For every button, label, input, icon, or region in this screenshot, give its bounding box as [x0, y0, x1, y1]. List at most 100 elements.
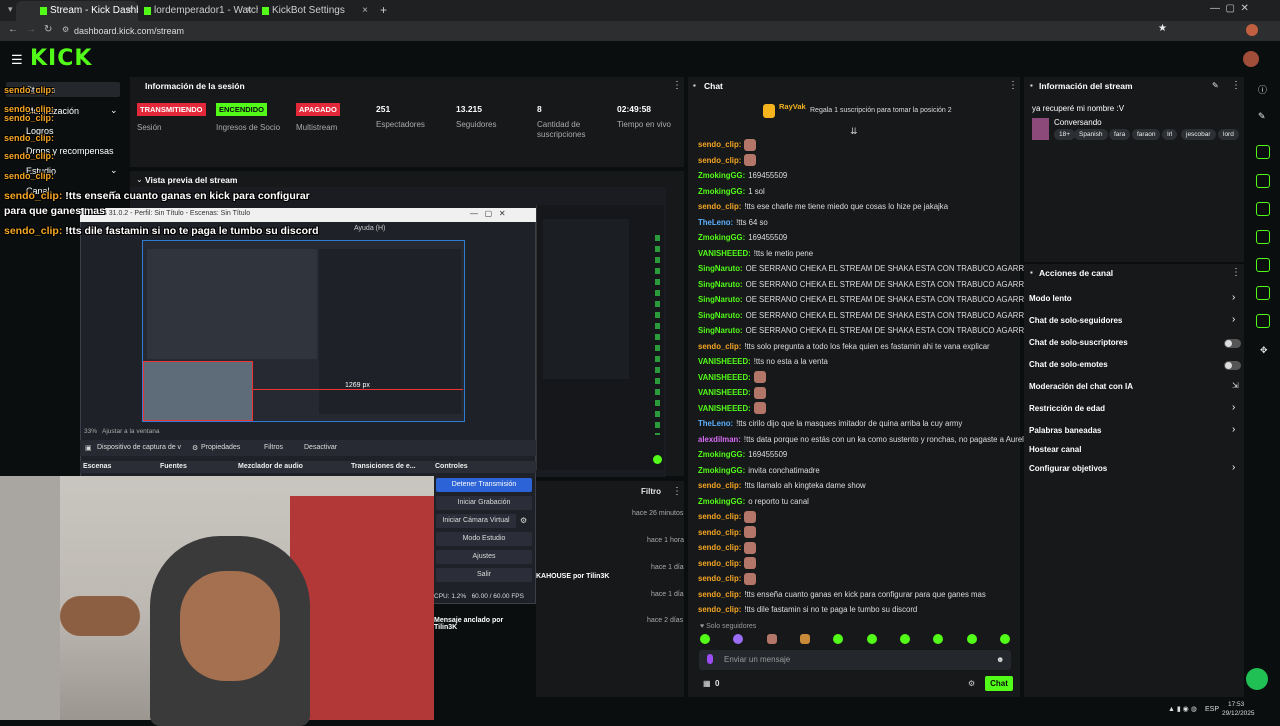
- more-options-icon[interactable]: ⋮: [1231, 80, 1241, 91]
- taskbar-language[interactable]: ESP: [1205, 706, 1219, 713]
- emote-icon[interactable]: [833, 634, 844, 644]
- scroll-down-icon[interactable]: ⇊: [850, 126, 858, 137]
- chat-username[interactable]: sendo_clip:: [698, 156, 741, 165]
- obs-disable-button[interactable]: Desactivar: [304, 444, 337, 451]
- puzzle-icon[interactable]: ✥: [1260, 345, 1268, 356]
- action-configure-goals[interactable]: Configurar objetivos: [1029, 464, 1107, 473]
- window-controls-icon[interactable]: — ▢ ✕: [1210, 3, 1249, 14]
- chat-identity-icon[interactable]: [707, 654, 713, 664]
- taskbar-date[interactable]: 29/12/2025: [1222, 710, 1255, 717]
- external-link-icon[interactable]: ⇲: [1232, 381, 1239, 390]
- emote-icon[interactable]: [933, 634, 944, 644]
- more-options-icon[interactable]: ⋮: [672, 80, 682, 91]
- bookmark-star-icon[interactable]: ★: [1158, 23, 1167, 34]
- stop-streaming-button[interactable]: Detener Transmisión: [436, 478, 532, 492]
- tag-chip[interactable]: lord: [1218, 129, 1239, 140]
- chat-username[interactable]: sendo_clip:: [698, 559, 741, 568]
- exit-button[interactable]: Salir: [436, 568, 532, 582]
- rail-icon-2[interactable]: [1256, 174, 1270, 188]
- action-age-restriction[interactable]: Restricción de edad: [1029, 404, 1105, 413]
- chat-username[interactable]: ZmokingGG:: [698, 466, 745, 475]
- tag-chip[interactable]: 18+: [1054, 129, 1076, 140]
- chat-username[interactable]: sendo_clip:: [698, 590, 741, 599]
- emote-icon[interactable]: [733, 634, 744, 644]
- tag-chip[interactable]: Irl: [1162, 129, 1178, 140]
- gear-icon[interactable]: ⚙: [192, 444, 198, 452]
- chat-username[interactable]: SingNaruto:: [698, 264, 743, 273]
- chat-username[interactable]: sendo_clip:: [698, 140, 741, 149]
- send-chat-button[interactable]: Chat: [985, 676, 1013, 691]
- edit-pencil-icon[interactable]: ✎: [1258, 111, 1266, 122]
- chat-username[interactable]: sendo_clip:: [698, 605, 741, 614]
- tag-chip[interactable]: Spanish: [1074, 129, 1108, 140]
- emotes-only-toggle[interactable]: [1224, 361, 1241, 370]
- subs-only-toggle[interactable]: [1224, 339, 1241, 348]
- chevron-down-icon[interactable]: ⌄: [110, 105, 118, 116]
- stream-category[interactable]: Conversando: [1054, 118, 1102, 127]
- chat-username[interactable]: ZmokingGG:: [698, 450, 745, 459]
- activity-filter-button[interactable]: Filtro: [641, 487, 661, 496]
- taskbar-time[interactable]: 17:53: [1228, 701, 1244, 708]
- edit-pencil-icon[interactable]: ✎: [1212, 81, 1219, 90]
- chat-username[interactable]: sendo_clip:: [698, 512, 741, 521]
- chat-username[interactable]: TheLeno:: [698, 419, 733, 428]
- close-icon[interactable]: ×: [362, 1, 368, 21]
- reload-icon[interactable]: ↻: [44, 24, 52, 35]
- chevron-right-icon[interactable]: ›: [1232, 292, 1235, 303]
- tray-icons[interactable]: ▲ ▮ ◉ ◍: [1168, 705, 1197, 713]
- emote-icon[interactable]: [899, 634, 910, 644]
- emote-icon[interactable]: [966, 634, 977, 644]
- chat-username[interactable]: SingNaruto:: [698, 295, 743, 304]
- new-tab-icon[interactable]: +: [380, 3, 387, 17]
- chat-username[interactable]: alexdilman:: [698, 435, 741, 444]
- site-info-icon[interactable]: ⚙: [62, 25, 69, 34]
- chat-username[interactable]: SingNaruto:: [698, 280, 743, 289]
- chat-username[interactable]: VANISHEEED:: [698, 404, 751, 413]
- action-followers-only[interactable]: Chat de solo-seguidores: [1029, 316, 1122, 325]
- start-virtual-camera-button[interactable]: Iniciar Cámara Virtual: [436, 514, 516, 528]
- action-slow-mode[interactable]: Modo lento: [1029, 294, 1072, 303]
- chat-username[interactable]: VANISHEEED:: [698, 373, 751, 382]
- profile-avatar[interactable]: [1246, 24, 1258, 36]
- emote-icon[interactable]: [700, 634, 710, 644]
- chat-input[interactable]: Enviar un mensaje: [724, 655, 790, 664]
- chat-username[interactable]: ZmokingGG:: [698, 171, 745, 180]
- start-recording-button[interactable]: Iniciar Grabación: [436, 496, 532, 510]
- emote-icon[interactable]: [999, 634, 1010, 644]
- chat-username[interactable]: VANISHEEED:: [698, 388, 751, 397]
- obs-fit-dropdown[interactable]: Ajustar a la ventana: [102, 428, 159, 435]
- pinned-user[interactable]: RayVak: [779, 102, 806, 111]
- window-controls-icon[interactable]: — ▢ ✕: [470, 209, 506, 218]
- chat-username[interactable]: ZmokingGG:: [698, 497, 745, 506]
- obs-menu-help[interactable]: Ayuda (H): [354, 225, 385, 232]
- chevron-right-icon[interactable]: ›: [1232, 314, 1235, 325]
- chat-username[interactable]: ZmokingGG:: [698, 233, 745, 242]
- action-banned-words[interactable]: Palabras baneadas: [1029, 426, 1101, 435]
- tag-chip[interactable]: fara: [1109, 129, 1131, 140]
- chat-username[interactable]: sendo_clip:: [698, 202, 741, 211]
- chat-username[interactable]: sendo_clip:: [698, 481, 741, 490]
- rail-icon-4[interactable]: [1256, 230, 1270, 244]
- chevron-down-icon[interactable]: ⌄: [110, 165, 118, 176]
- hamburger-menu-icon[interactable]: ☰: [11, 52, 23, 68]
- chat-username[interactable]: sendo_clip:: [698, 543, 741, 552]
- kick-logo[interactable]: KICK: [30, 46, 92, 71]
- rail-icon-7[interactable]: [1256, 314, 1270, 328]
- gear-icon[interactable]: ⚙: [520, 516, 527, 525]
- chat-username[interactable]: sendo_clip:: [698, 574, 741, 583]
- emote-icon[interactable]: [799, 634, 810, 644]
- user-avatar[interactable]: [1243, 51, 1259, 67]
- obs-filters-button[interactable]: Filtros: [264, 444, 283, 451]
- rail-icon-6[interactable]: [1256, 286, 1270, 300]
- emoji-picker-icon[interactable]: ☻: [996, 655, 1004, 664]
- chat-settings-gear-icon[interactable]: ⚙: [968, 679, 975, 688]
- chevron-right-icon[interactable]: ›: [1232, 402, 1235, 413]
- tag-chip[interactable]: jescobar: [1181, 129, 1216, 140]
- emote-icon[interactable]: [866, 634, 877, 644]
- info-icon[interactable]: ⓘ: [1258, 83, 1267, 96]
- chat-username[interactable]: sendo_clip:: [698, 528, 741, 537]
- obs-canvas[interactable]: 1269 px: [142, 240, 465, 422]
- chevron-right-icon[interactable]: ›: [1232, 424, 1235, 435]
- browser-tab-3[interactable]: KickBot Settings ×: [238, 1, 374, 21]
- rail-icon-5[interactable]: [1256, 258, 1270, 272]
